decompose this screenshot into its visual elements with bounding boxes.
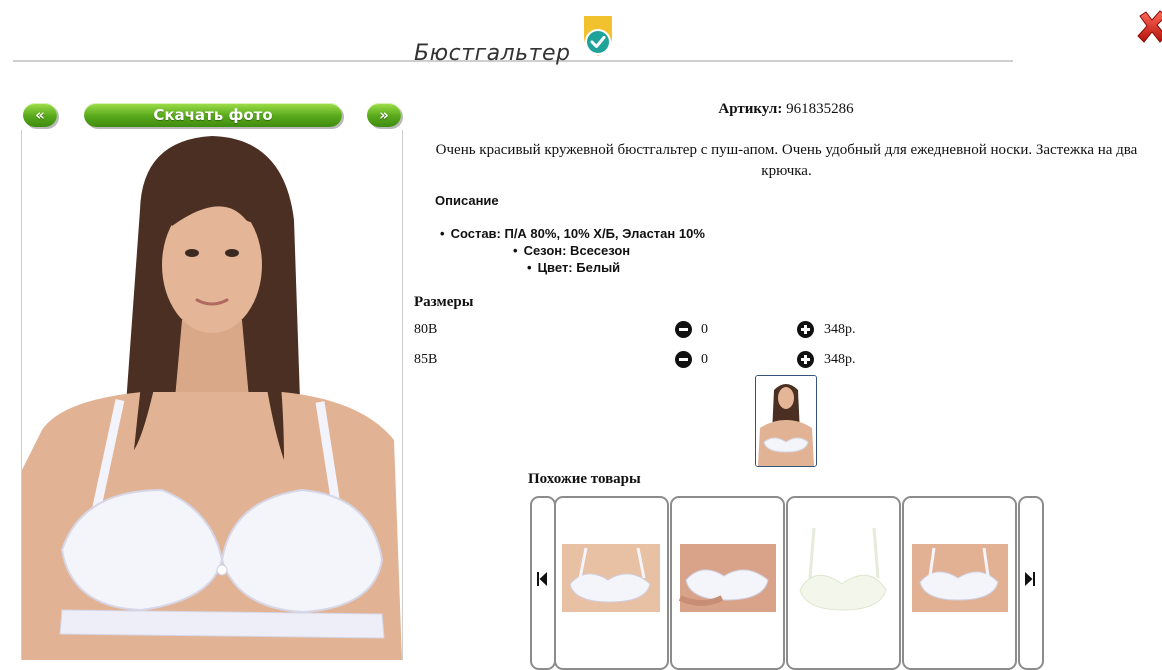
quantity-value: 0 [701,322,708,337]
similar-product-card[interactable] [902,496,1017,670]
sku-value: 961835286 [786,101,854,117]
carousel-next-button[interactable] [1018,496,1044,670]
similar-product-photo [912,544,1008,612]
size-price: 348р. [824,352,856,367]
sku-line: Артикул: 961835286 [411,101,1161,118]
similar-product-photo [799,527,887,611]
quantity-value: 0 [701,352,708,367]
skip-back-icon [537,572,547,586]
size-label: 80B [414,322,438,337]
property-color: Цвет: Белый [527,260,621,275]
increase-qty-icon[interactable] [797,351,814,368]
property-composition: Состав: П/А 80%, 10% Х/Б, Эластан 10% [440,226,705,241]
similar-product-card[interactable] [554,496,669,670]
page-title-row: Бюстгальтер [13,16,1013,66]
download-photo-button[interactable]: Скачать фото [84,103,342,127]
similar-product-card[interactable] [670,496,785,670]
size-row: 85B 0 348р. [414,350,914,370]
header-bar: Бюстгальтер [13,0,1013,66]
size-row: 80B 0 348р. [414,320,914,340]
decrease-qty-icon[interactable] [675,351,692,368]
sizes-title: Размеры [414,294,474,310]
property-season: Сезон: Всесезон [513,243,631,258]
carousel-prev-button[interactable] [530,496,556,670]
verified-badge-icon [583,16,612,56]
similar-products-title: Похожие товары [528,471,641,487]
close-icon[interactable] [1136,10,1162,44]
increase-qty-icon[interactable] [797,321,814,338]
similar-product-photo [562,544,660,612]
prev-photo-button[interactable]: « [23,103,57,127]
page-title: Бюстгальтер [414,41,571,66]
thumbnail-illustration [756,376,816,466]
similar-product-card[interactable] [786,496,901,670]
size-label: 85B [414,352,438,367]
main-product-photo [21,130,403,660]
decrease-qty-icon[interactable] [675,321,692,338]
sku-label: Артикул: [718,101,783,117]
photo-thumbnail[interactable] [755,375,817,467]
size-price: 348р. [824,322,856,337]
product-description: Очень красивый кружевной бюстгальтер с п… [435,142,1138,179]
next-photo-button[interactable]: » [367,103,401,127]
skip-forward-icon [1025,572,1035,586]
similar-product-photo [678,544,776,612]
product-photo-illustration [22,130,402,660]
details-title: Описание [435,193,499,208]
